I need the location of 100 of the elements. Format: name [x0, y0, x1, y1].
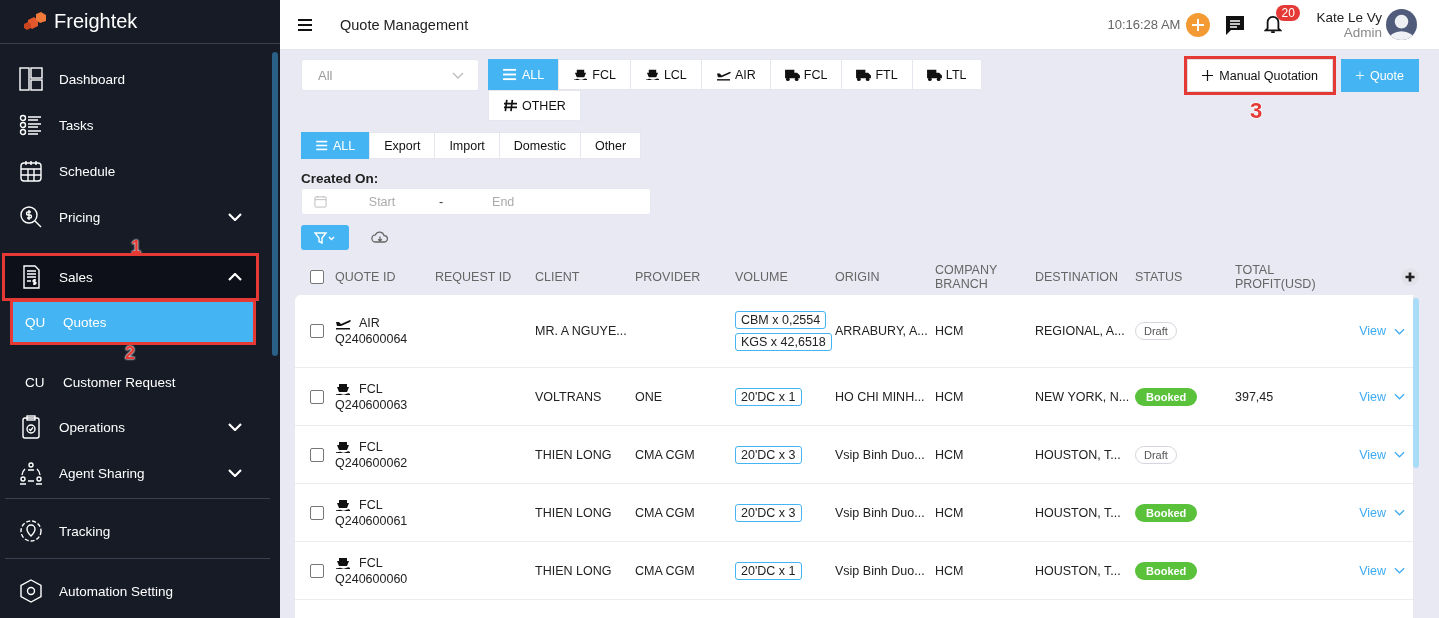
table-cell-text: 397,45 [1235, 389, 1275, 404]
table-cell-text: THIEN LONG [535, 563, 613, 578]
ship-icon [335, 555, 351, 570]
date-range-field[interactable]: Start - End [301, 188, 651, 215]
row-checkbox[interactable] [310, 505, 324, 520]
quote-id: Q240600061 [335, 513, 409, 528]
chevron-icon[interactable] [1394, 451, 1405, 458]
mode-tab[interactable]: OTHER [488, 90, 581, 121]
table-cell-text: HCM [935, 563, 965, 578]
mode-tab[interactable]: LCL [629, 59, 702, 90]
brand-name: Freightek [54, 10, 138, 33]
logo-icon [24, 11, 48, 32]
transport-mode: FCL [359, 439, 383, 454]
table-cell-text: Vsip Binh Duo... [835, 505, 926, 520]
page-title: Quote Management [340, 16, 469, 33]
avatar[interactable] [1386, 9, 1417, 40]
status-badge: Booked [1135, 561, 1198, 580]
volume-tag: 20'DC x 1 [735, 561, 802, 580]
chat-icon[interactable] [1224, 13, 1247, 36]
calendar-icon [314, 195, 327, 208]
item-abbreviation: CU [25, 374, 43, 390]
table-cell-text: REGIONAL, A... [1035, 324, 1126, 338]
sidebar-item[interactable]: Pricing [5, 196, 256, 238]
bell-icon[interactable] [1264, 13, 1283, 34]
cloud-download-icon[interactable] [371, 231, 389, 244]
direction-tab[interactable]: Export [369, 132, 436, 159]
ship-icon [335, 497, 351, 512]
transport-mode: AIR [359, 316, 380, 330]
row-checkbox[interactable] [310, 447, 324, 462]
column-header: REQUEST ID [435, 269, 513, 284]
menu-icon[interactable] [298, 18, 312, 31]
row-checkbox[interactable] [310, 389, 324, 404]
direction-tab[interactable]: Import [434, 132, 500, 159]
table-cell-text: HCM [935, 389, 965, 404]
sidebar-item[interactable]: Sales [5, 256, 256, 298]
action-button[interactable]: Manual Quotation [1187, 59, 1333, 92]
hash-icon [503, 99, 518, 112]
status-badge: Booked [1135, 387, 1198, 406]
scrollbar[interactable] [1413, 298, 1419, 468]
table-cell-text: CMA CGM [635, 505, 696, 520]
list-icon [503, 68, 518, 81]
sidebar-item[interactable]: Schedule [5, 150, 256, 192]
plus-icon [1356, 70, 1364, 81]
transport-mode: FCL [359, 381, 383, 396]
field-label: Created On: [301, 171, 380, 186]
annotation-number: 2 [125, 344, 135, 362]
sidebar-item[interactable]: Dashboard [5, 58, 256, 100]
notification-badge: 20 [1276, 4, 1300, 21]
volume-tag: 20'DC x 3 [735, 503, 802, 522]
dashboard-icon [19, 67, 43, 91]
select-all-checkbox[interactable] [310, 269, 324, 284]
volume-tag: CBM x 0,2554 [735, 311, 827, 329]
sidebar-item[interactable]: Tasks [5, 104, 256, 146]
transport-mode: FCL [359, 555, 383, 570]
filter-icon [314, 231, 336, 244]
sidebar-item[interactable]: Tracking [5, 508, 256, 554]
sidebar-item[interactable]: Automation Setting [5, 568, 256, 614]
mode-tab[interactable]: FTL [841, 59, 913, 90]
table-cell-text: HOUSTON, T... [1035, 505, 1122, 520]
item-label: Customer Request [63, 374, 176, 390]
sidebar-subitem[interactable]: CU Customer Request [13, 362, 253, 402]
chevron-icon[interactable] [1394, 327, 1405, 335]
agent-icon [19, 461, 43, 485]
quote-id: Q240600062 [335, 455, 409, 470]
chevron-icon[interactable] [1394, 393, 1405, 400]
user-name: Kate Le Vy [1316, 9, 1382, 25]
direction-tab[interactable]: Domestic [498, 132, 581, 159]
table-cell-text: HOUSTON, T... [1035, 563, 1122, 578]
annotation-number: 1 [131, 238, 141, 256]
table-cell-text: ARRABURY, A... [835, 324, 929, 338]
volume-tag: 20'DC x 1 [735, 387, 802, 406]
transport-mode: FCL [359, 497, 383, 512]
annotation-number: 3 [1250, 100, 1263, 122]
table-cell-text: HCM [935, 447, 965, 462]
scrollbar[interactable] [272, 52, 278, 356]
mode-tab[interactable]: AIR [700, 59, 771, 90]
table-cell-text: THIEN LONG [535, 505, 613, 520]
volume-tag: 20'DC x 3 [735, 445, 802, 464]
row-checkbox[interactable] [310, 563, 324, 578]
mode-tab[interactable]: FCL [769, 59, 843, 90]
direction-tab[interactable]: Other [579, 132, 642, 159]
chevron-icon[interactable] [1394, 567, 1405, 574]
mode-tab[interactable]: LTL [911, 59, 982, 90]
sidebar-item[interactable]: Agent Sharing [5, 452, 256, 494]
operations-icon [19, 415, 43, 439]
add-column-icon[interactable] [1401, 267, 1419, 286]
column-header: CLIENT [535, 269, 581, 284]
table-cell-text: ONE [635, 389, 664, 404]
table-cell-text: HCM [935, 324, 965, 338]
pricing-icon [19, 205, 43, 229]
sidebar-item[interactable]: Operations [5, 406, 256, 448]
chevron-icon[interactable] [1394, 509, 1405, 516]
row-checkbox[interactable] [310, 324, 324, 338]
schedule-icon [19, 159, 43, 183]
automation-icon [19, 579, 43, 603]
table-cell-text: Vsip Binh Duo... [835, 447, 926, 462]
table-cell-text: HCM [935, 505, 965, 520]
chevron-icon [228, 423, 242, 431]
mode-tab[interactable]: FCL [558, 59, 631, 90]
user-role: Admin [1343, 24, 1382, 40]
